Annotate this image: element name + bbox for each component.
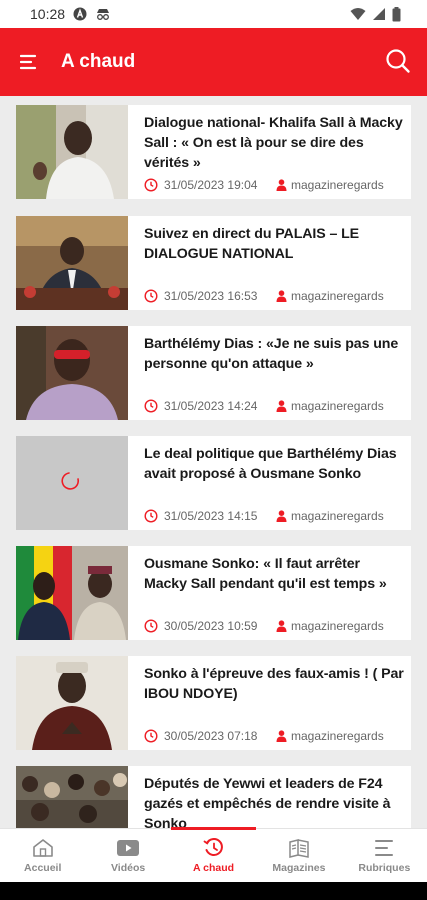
article-date: 31/05/2023 19:04 [164,178,258,192]
article-author: magazineregards [291,399,384,413]
clock-icon [144,399,158,413]
article-meta: 30/05/2023 07:18 magazineregards [144,729,400,743]
clock-icon [144,729,158,743]
article-card[interactable]: Ousmane Sonko: « Il faut arrêter Macky S… [16,546,411,640]
article-title[interactable]: Le deal politique que Barthélémy Dias av… [144,444,405,484]
system-gesture-bar [0,882,427,900]
search-icon[interactable] [385,48,411,74]
article-date: 30/05/2023 10:59 [164,619,258,633]
article-meta: 31/05/2023 14:24 magazineregards [144,399,400,413]
article-meta: 31/05/2023 16:53 magazineregards [144,289,400,303]
clock-icon [144,289,158,303]
article-thumbnail [16,326,128,420]
article-thumbnail [16,216,128,310]
nav-label: Magazines [272,862,326,874]
article-thumbnail [16,766,128,828]
notification-a-icon [73,7,87,21]
article-thumbnail [16,656,128,750]
nav-magazines[interactable]: Magazines [256,829,341,882]
article-card[interactable]: Barthélémy Dias : «Je ne suis pas une pe… [16,326,411,420]
article-date: 30/05/2023 07:18 [164,729,258,743]
article-card[interactable]: Le deal politique que Barthélémy Dias av… [16,436,411,530]
status-bar: 10:28 [0,0,427,28]
article-thumbnail [16,546,128,640]
article-meta: 31/05/2023 14:15 magazineregards [144,509,400,523]
article-title[interactable]: Députés de Yewwi et leaders de F24 gazés… [144,774,405,828]
wifi-icon [350,8,366,20]
nav-videos[interactable]: Vidéos [85,829,170,882]
loading-spinner-icon [61,472,80,490]
home-icon [32,839,53,857]
article-title[interactable]: Dialogue national- Khalifa Sall à Macky … [144,113,405,173]
article-meta: 31/05/2023 19:04 magazineregards [144,178,400,192]
article-author: magazineregards [291,729,384,743]
article-author: magazineregards [291,509,384,523]
article-feed[interactable]: Dialogue national- Khalifa Sall à Macky … [0,96,427,828]
article-date: 31/05/2023 16:53 [164,289,258,303]
nav-accueil[interactable]: Accueil [0,829,85,882]
magazine-icon [289,839,309,858]
hot-icon [203,838,223,856]
author-icon [276,730,287,742]
article-card[interactable]: Sonko à l'épreuve des faux-amis ! ( Par … [16,656,411,750]
nav-label: Vidéos [110,862,146,874]
article-title[interactable]: Ousmane Sonko: « Il faut arrêter Macky S… [144,554,405,594]
bottom-navigation: Accueil Vidéos A chaud Magazines Rubriqu… [0,827,427,882]
article-date: 31/05/2023 14:24 [164,399,258,413]
menu-icon [375,840,394,856]
article-title[interactable]: Barthélémy Dias : «Je ne suis pas une pe… [144,334,405,374]
author-icon [276,510,287,522]
status-time: 10:28 [30,6,66,22]
article-author: magazineregards [291,289,384,303]
nav-label: A chaud [193,862,235,874]
article-date: 31/05/2023 14:15 [164,509,258,523]
menu-drawer-icon[interactable] [20,54,40,70]
author-icon [276,179,287,191]
clock-icon [144,178,158,192]
incognito-icon [97,9,110,20]
article-meta: 30/05/2023 10:59 magazineregards [144,619,400,633]
article-title[interactable]: Suivez en direct du PALAIS – LE DIALOGUE… [144,224,405,264]
clock-icon [144,509,158,523]
article-card[interactable]: Députés de Yewwi et leaders de F24 gazés… [16,766,411,828]
nav-label: Accueil [24,862,62,874]
author-icon [276,290,287,302]
article-thumbnail [16,436,128,530]
battery-icon [392,6,401,21]
author-icon [276,620,287,632]
article-author: magazineregards [291,178,384,192]
article-thumbnail [16,105,128,199]
page-title: A chaud [61,51,136,72]
article-card[interactable]: Dialogue national- Khalifa Sall à Macky … [16,105,411,199]
author-icon [276,400,287,412]
nav-a-chaud[interactable]: A chaud [170,827,257,882]
clock-icon [144,619,158,633]
article-author: magazineregards [291,619,384,633]
signal-icon [373,8,385,20]
app-bar: A chaud [0,28,427,96]
article-title[interactable]: Sonko à l'épreuve des faux-amis ! ( Par … [144,664,405,704]
nav-rubriques[interactable]: Rubriques [342,829,427,882]
video-icon [117,840,140,856]
nav-label: Rubriques [358,862,411,874]
article-card[interactable]: Suivez en direct du PALAIS – LE DIALOGUE… [16,216,411,310]
